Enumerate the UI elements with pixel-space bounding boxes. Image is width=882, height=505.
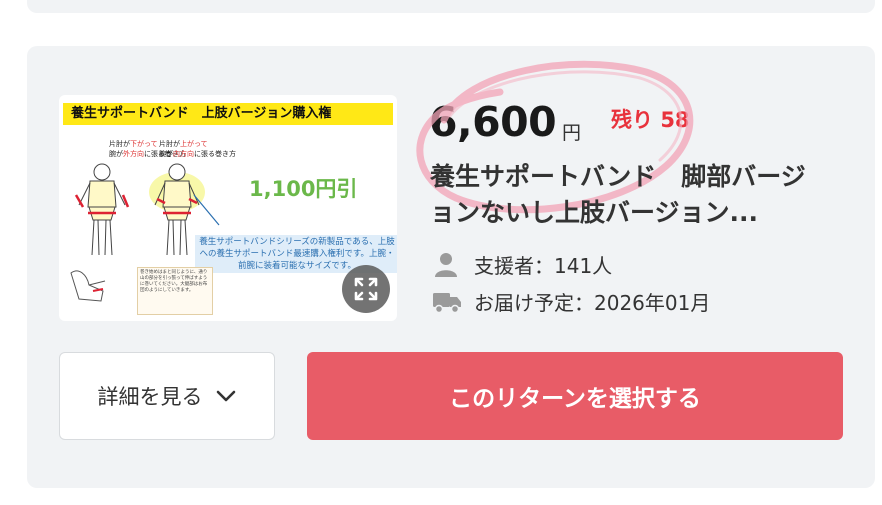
- person-icon: [432, 251, 460, 277]
- currency-unit: 円: [562, 122, 582, 144]
- reward-title: 養生サポートバンド 脚部バージョンないし上肢バージョン...: [430, 162, 806, 227]
- truck-icon: [432, 288, 461, 314]
- remaining-label: 残り: [611, 108, 653, 132]
- supporters-row: 支援者：141人: [432, 250, 612, 278]
- details-button-label: 詳細を見る: [97, 385, 203, 409]
- thumbnail-discount: 1,100円引: [249, 177, 358, 201]
- select-reward-label: このリターンを選択する: [449, 386, 701, 412]
- remaining-stock: 残り 58: [611, 104, 690, 134]
- previous-card-edge: [27, 0, 875, 13]
- chevron-down-icon: [216, 390, 235, 402]
- details-button[interactable]: 詳細を見る: [59, 352, 275, 440]
- remaining-count: 58: [660, 108, 690, 132]
- thumbnail-instruction: 巻き始めはまと同じように、通り山の部分を引っ張って伸ばすように巻いてください。大…: [137, 267, 213, 315]
- select-reward-button[interactable]: このリターンを選択する: [307, 352, 843, 440]
- expand-image-button[interactable]: [342, 265, 390, 313]
- supporters-count: 支援者：141人: [474, 253, 613, 278]
- delivery-date: お届け予定：2026年01月: [474, 290, 711, 315]
- reward-price: 6,600: [429, 98, 557, 146]
- expand-icon: [354, 277, 378, 301]
- delivery-row: お届け予定：2026年01月: [432, 287, 710, 315]
